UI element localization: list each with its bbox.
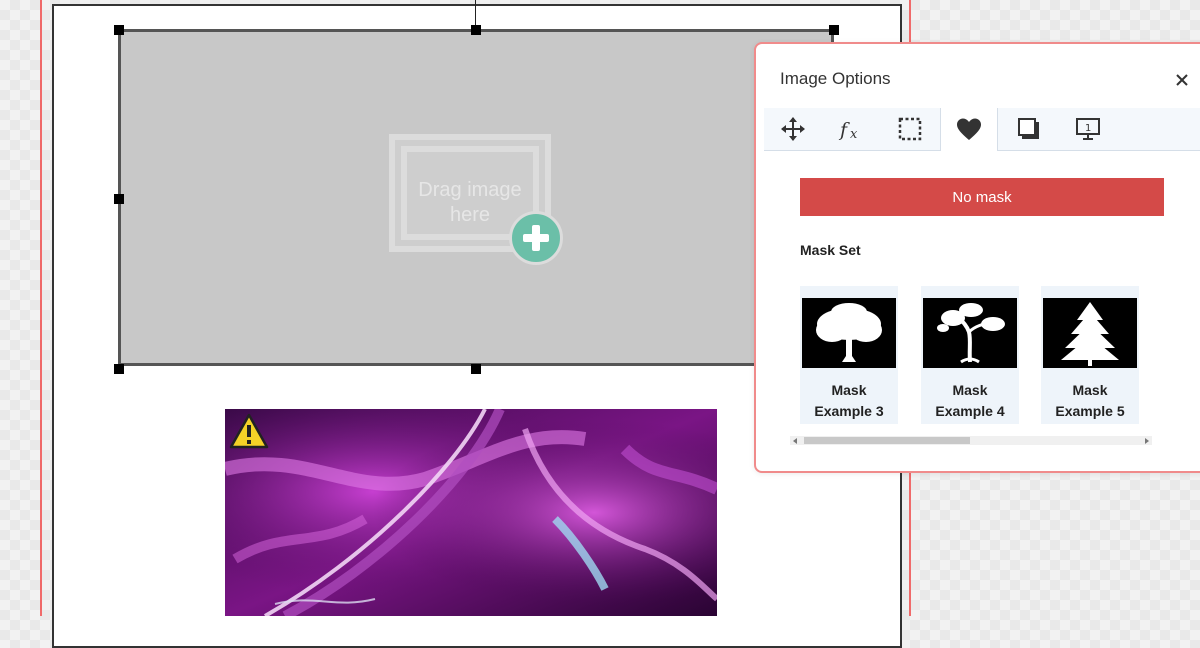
scrollbar-thumb[interactable] — [804, 437, 970, 444]
mask-set-horizontal-scrollbar[interactable] — [790, 436, 1152, 445]
panel-title: Image Options — [780, 69, 891, 88]
scroll-right-arrow-icon[interactable] — [1145, 438, 1149, 444]
resize-handle-top[interactable] — [471, 25, 481, 35]
mask-label: Mask Example 5 — [1055, 382, 1125, 419]
tab-crop[interactable] — [881, 108, 939, 150]
add-image-plus-icon[interactable] — [509, 211, 563, 265]
mask-label: Mask Example 4 — [935, 382, 1005, 419]
tab-display[interactable]: 1 — [1059, 108, 1117, 150]
close-icon[interactable] — [1174, 72, 1190, 88]
left-guide-line — [40, 0, 42, 616]
heart-mask-icon — [957, 118, 981, 140]
shadow-icon — [1018, 118, 1039, 139]
mask-set-label: Mask Set — [800, 242, 861, 258]
resize-handle-left[interactable] — [114, 194, 124, 204]
tab-shadow[interactable] — [1000, 108, 1058, 150]
mask-card-example-5[interactable]: Mask Example 5 — [1041, 286, 1139, 424]
scroll-left-arrow-icon[interactable] — [793, 438, 797, 444]
svg-text:f: f — [838, 119, 850, 141]
mask-card-example-4[interactable]: Mask Example 4 — [921, 286, 1019, 424]
svg-text:x: x — [850, 127, 858, 142]
fir-tree-thumbnail — [1043, 298, 1137, 368]
crop-selection-icon — [898, 117, 922, 141]
svg-text:1: 1 — [1085, 123, 1091, 134]
tab-effects[interactable]: f x — [822, 108, 880, 150]
move-icon — [781, 117, 805, 141]
mask-label: Mask Example 3 — [814, 382, 884, 419]
bonsai-tree-thumbnail — [923, 298, 1017, 368]
display-screen-icon: 1 — [1076, 118, 1100, 140]
tab-move[interactable] — [764, 108, 822, 150]
resize-handle-bottom-left[interactable] — [114, 364, 124, 374]
resize-handle-top-right[interactable] — [829, 25, 839, 35]
effects-fx-icon: f x — [838, 119, 858, 142]
mask-card-example-3[interactable]: Mask Example 3 — [800, 286, 898, 424]
image-options-panel: Image Options f x 1 No mask Mask Set Mas… — [754, 42, 1200, 473]
warning-icon[interactable] — [229, 413, 269, 449]
options-tab-bar: f x 1 — [764, 108, 1200, 151]
resize-handle-top-left[interactable] — [114, 25, 124, 35]
panel-header: Image Options — [764, 50, 1200, 109]
no-mask-button[interactable]: No mask — [800, 178, 1164, 216]
broadleaf-tree-thumbnail — [802, 298, 896, 368]
resize-handle-bottom[interactable] — [471, 364, 481, 374]
fluid-art-image[interactable] — [225, 409, 717, 616]
tab-mask[interactable] — [940, 108, 998, 151]
